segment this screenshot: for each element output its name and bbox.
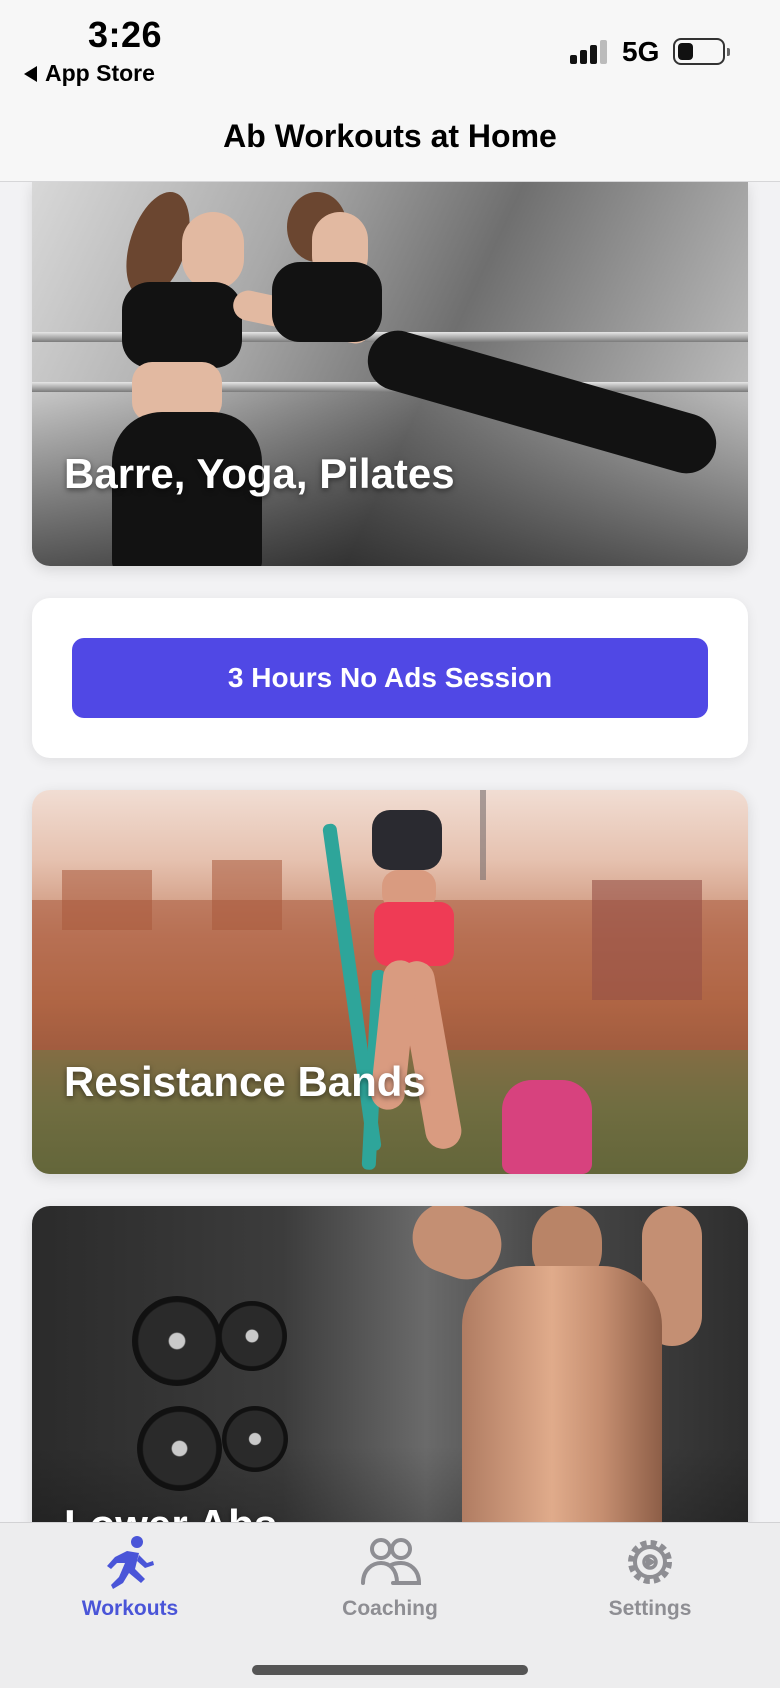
- network-type: 5G: [622, 36, 660, 67]
- tab-workouts[interactable]: Workouts: [30, 1533, 230, 1643]
- athlete-torso-image: [462, 1266, 662, 1522]
- workout-list[interactable]: Barre, Yoga, Pilates 3 Hours No Ads Sess…: [0, 182, 780, 1522]
- tab-workouts-label: Workouts: [81, 1597, 179, 1620]
- back-to-app-store-link[interactable]: App Store: [24, 60, 155, 87]
- cellular-signal-icon: [570, 38, 610, 64]
- page-title: Ab Workouts at Home: [223, 118, 557, 154]
- battery-fill: [678, 43, 693, 60]
- card-title: Resistance Bands: [64, 1058, 426, 1105]
- status-time: 3:26: [88, 14, 163, 55]
- battery-icon: [673, 38, 730, 65]
- gear-icon: [628, 1540, 672, 1584]
- workout-card-resistance-bands[interactable]: Resistance Bands: [32, 790, 748, 1174]
- workout-card-lower-abs[interactable]: Lower Abs: [32, 1206, 748, 1522]
- workout-card-barre-yoga-pilates[interactable]: Barre, Yoga, Pilates: [32, 182, 748, 566]
- tab-settings-label: Settings: [608, 1597, 692, 1620]
- back-arrow-icon: [24, 65, 37, 82]
- no-ads-session-button[interactable]: 3 Hours No Ads Session: [72, 638, 708, 718]
- tab-bar: Workouts Coaching Settings: [0, 1522, 780, 1688]
- status-bar: 3:26 App Store 5G: [0, 0, 780, 92]
- home-indicator[interactable]: [252, 1665, 528, 1675]
- tab-settings[interactable]: Settings: [550, 1533, 750, 1643]
- back-link-label: App Store: [45, 60, 155, 86]
- tab-coaching[interactable]: Coaching: [290, 1533, 490, 1643]
- no-ads-promo-box: 3 Hours No Ads Session: [32, 598, 748, 758]
- weight-plate-image: [132, 1296, 222, 1386]
- navigation-bar: Ab Workouts at Home: [0, 92, 780, 182]
- running-person-icon: [107, 1536, 154, 1589]
- people-icon: [361, 1538, 422, 1585]
- card-title: Lower Abs: [64, 1501, 277, 1522]
- tab-coaching-label: Coaching: [342, 1597, 438, 1620]
- card-title: Barre, Yoga, Pilates: [64, 450, 455, 497]
